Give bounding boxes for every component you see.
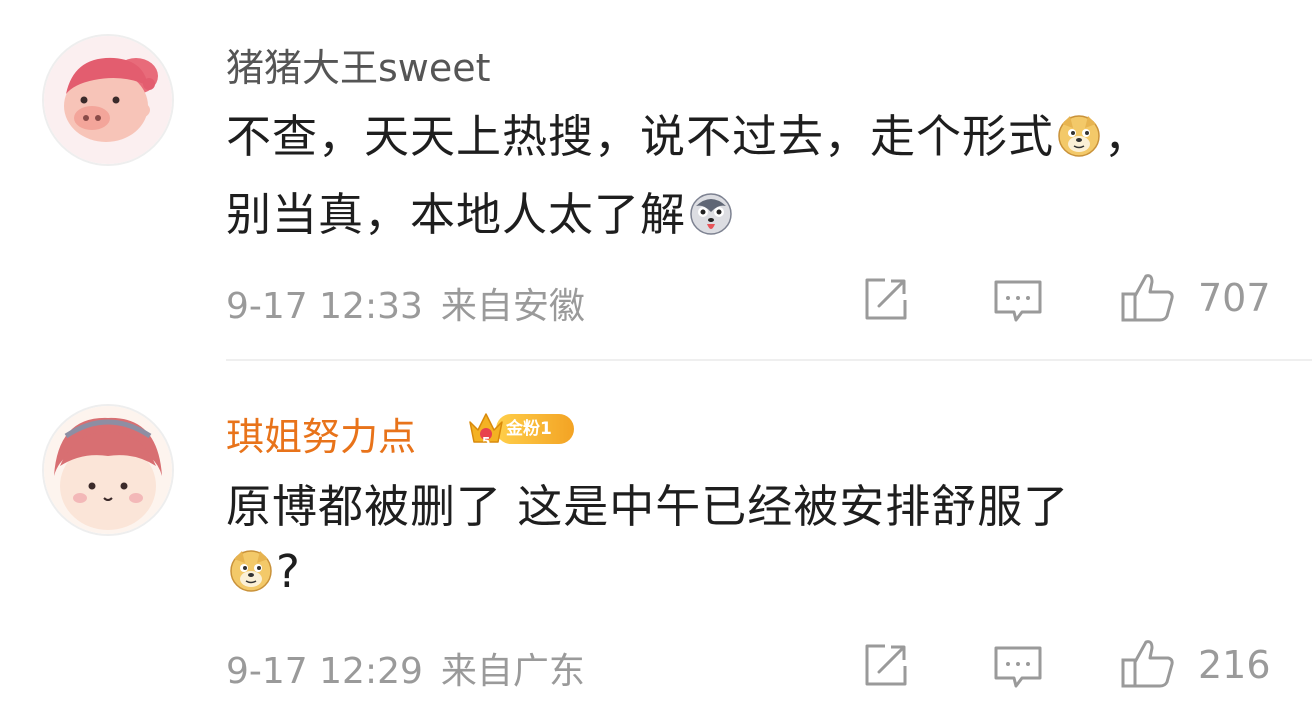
- user-avatar[interactable]: [42, 404, 174, 536]
- share-edit-icon: [865, 644, 907, 686]
- comment-text-line: 别当真，本地人太了解: [226, 178, 736, 243]
- comment-text: ，: [1104, 110, 1151, 163]
- doge-emoji-icon: [1058, 115, 1100, 157]
- husky-emoji-icon: [690, 193, 732, 235]
- like-button[interactable]: [1118, 268, 1178, 328]
- comment-text-line: 原博都被删了 这是中午已经被安排舒服了: [226, 470, 1069, 535]
- doge-emoji-icon: [230, 550, 272, 592]
- comment-text: 不查，天天上热搜，说不过去，走个形式: [226, 110, 1055, 163]
- comment-button[interactable]: [988, 270, 1048, 330]
- comment-meta: 9-17 12:29 来自广东: [226, 642, 585, 694]
- comment-item: 猪猪大王sweet 不查，天天上热搜，说不过去，走个形式 ， 别当真，本地人太了…: [0, 0, 1312, 361]
- thumbs-up-icon: [1121, 640, 1174, 688]
- timestamp: 9-17 12:29: [226, 651, 423, 692]
- comment-text: 别当真，本地人太了解: [226, 188, 687, 241]
- comment-bubble-icon: [994, 280, 1042, 322]
- cartoon-girl-avatar-icon: [44, 406, 172, 534]
- share-edit-icon: [865, 278, 907, 320]
- crown-icon: 5: [469, 413, 503, 448]
- badge-level: 5: [482, 435, 490, 448]
- comment-bubble-icon: [994, 646, 1042, 688]
- pink-pig-avatar-icon: [44, 36, 172, 164]
- fan-badge[interactable]: 金粉1 5: [466, 408, 576, 448]
- comment-button[interactable]: [988, 636, 1048, 696]
- like-button[interactable]: [1118, 634, 1178, 694]
- username[interactable]: 琪姐努力点: [226, 406, 416, 461]
- comment-text-line: ?: [226, 545, 301, 598]
- forward-button[interactable]: [855, 270, 915, 330]
- like-count: 216: [1198, 643, 1271, 687]
- timestamp: 9-17 12:33: [226, 286, 423, 327]
- location: 来自广东: [440, 651, 585, 692]
- thumbs-up-icon: [1121, 274, 1174, 322]
- comment-text: ?: [276, 545, 301, 598]
- username[interactable]: 猪猪大王sweet: [226, 37, 491, 92]
- comment-item: [0, 360, 1312, 721]
- location: 来自安徽: [440, 286, 585, 327]
- forward-button[interactable]: [855, 636, 915, 696]
- user-avatar[interactable]: [42, 34, 174, 166]
- comment-meta: 9-17 12:33 来自安徽: [226, 277, 585, 329]
- fan-badge-label: 金粉1: [496, 414, 574, 444]
- comment-text-line: 不查，天天上热搜，说不过去，走个形式 ，: [226, 100, 1150, 165]
- comment-text: 原博都被删了 这是中午已经被安排舒服了: [226, 480, 1070, 533]
- like-count: 707: [1198, 276, 1271, 320]
